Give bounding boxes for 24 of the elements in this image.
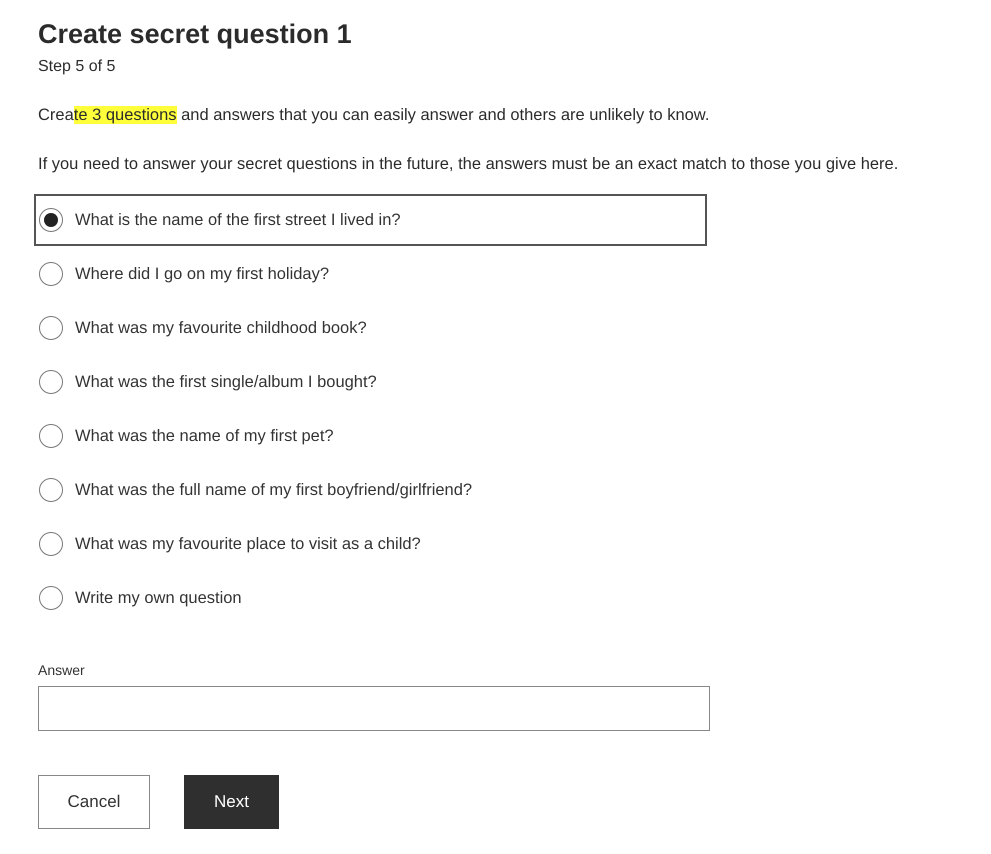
question-option[interactable]: What is the name of the first street I lived in? (34, 194, 707, 246)
radio-button[interactable] (39, 532, 63, 556)
question-option[interactable]: What was my favourite place to visit as a child? (34, 518, 707, 570)
instruction-text: Create 3 questions and answers that you can easily answer and others are unlikely to know. (38, 105, 710, 126)
question-option[interactable]: What was the name of my first pet? (34, 410, 707, 462)
question-option[interactable]: Write my own question (34, 572, 707, 624)
next-button[interactable]: Next (184, 775, 279, 829)
radio-button[interactable] (39, 586, 63, 610)
radio-button[interactable] (39, 424, 63, 448)
radio-button[interactable] (39, 208, 63, 232)
radio-button[interactable] (39, 262, 63, 286)
question-option[interactable]: What was the full name of my first boyfriend/girlfriend? (34, 464, 707, 516)
answer-field[interactable] (38, 686, 710, 731)
question-option[interactable]: What was the first single/album I bought? (34, 356, 707, 408)
note-text: If you need to answer your secret questions in the future, the answers must be an exact match to those you give here. (38, 154, 900, 175)
radio-button[interactable] (39, 478, 63, 502)
page-title: Create secret question 1 (38, 18, 353, 51)
question-option[interactable]: Where did I go on my first holiday? (34, 248, 707, 300)
answer-label: Answer (38, 662, 86, 678)
radio-button[interactable] (39, 370, 63, 394)
question-option[interactable]: What was my favourite childhood book? (34, 302, 707, 354)
radio-button[interactable] (39, 316, 63, 340)
cancel-button[interactable]: Cancel (38, 775, 150, 829)
step-indicator: Step 5 of 5 (38, 57, 116, 77)
